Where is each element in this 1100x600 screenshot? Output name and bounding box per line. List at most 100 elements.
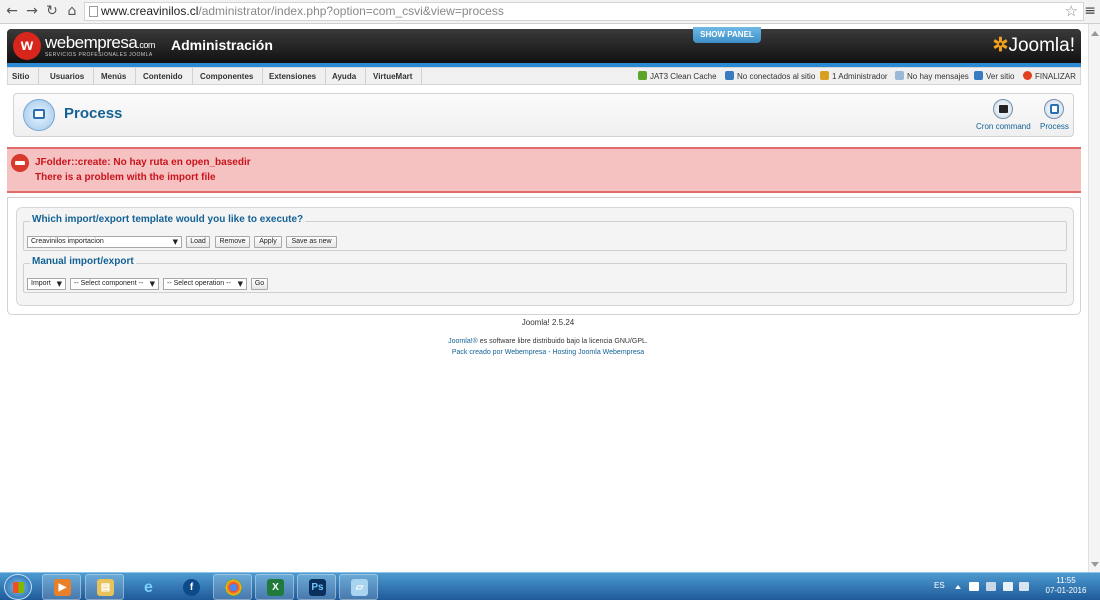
action-select[interactable]: Import ▼ — [27, 278, 66, 290]
webempresa-pack-link[interactable]: Pack creado por Webempresa - Hosting Joo… — [0, 349, 1096, 356]
main-panel: Which import/export template would you l… — [7, 197, 1081, 315]
action-select-value: Import — [31, 280, 51, 287]
manual-legend: Manual import/export — [30, 256, 136, 267]
cron-command-button[interactable]: Cron command — [976, 99, 1031, 131]
windows-logo-icon — [13, 582, 24, 593]
menu-item-menus[interactable]: Menús — [92, 68, 137, 85]
browser-menu-icon[interactable]: ≡ — [1084, 3, 1096, 19]
cache-icon — [638, 71, 647, 80]
chrome-icon[interactable] — [213, 574, 252, 600]
show-hidden-icons-icon[interactable] — [955, 585, 961, 589]
mail-icon — [895, 71, 904, 80]
operation-select[interactable]: -- Select operation -- ▼ — [163, 278, 247, 290]
brand-subtitle: SERVICIOS PROFESIONALES JOOMLA — [45, 52, 153, 58]
back-icon[interactable]: ← — [4, 3, 20, 19]
reload-icon[interactable]: ↻ — [44, 3, 60, 19]
cron-icon — [993, 99, 1014, 119]
menu-item-extensiones[interactable]: Extensiones — [260, 68, 327, 85]
go-button[interactable]: Go — [251, 278, 268, 290]
error-line-2: There is a problem with the import file — [35, 172, 216, 183]
operation-select-value: -- Select operation -- — [167, 280, 231, 287]
explorer-icon[interactable]: ▤ — [85, 574, 124, 600]
template-fieldset: Which import/export template would you l… — [23, 214, 1067, 251]
admin-icon — [820, 71, 829, 80]
vertical-scrollbar[interactable] — [1088, 24, 1100, 572]
chevron-down-icon: ▼ — [172, 238, 178, 246]
joomla-version: Joomla! 2.5.24 — [521, 318, 575, 327]
joomla-logo-text: Joomla! — [1008, 35, 1075, 56]
home-icon[interactable]: ⌂ — [64, 3, 80, 19]
site-visitors-status: No conectados al sitio — [725, 68, 815, 85]
page-title: Process — [64, 105, 123, 122]
remove-button[interactable]: Remove — [215, 236, 250, 248]
browser-toolbar: ← → ↻ ⌂ www.creavinilos.cl/administrator… — [0, 0, 1100, 24]
ie-icon[interactable]: e — [128, 574, 167, 600]
component-select-value: -- Select component -- — [74, 280, 144, 287]
language-indicator[interactable]: ES — [934, 581, 945, 590]
show-panel-button[interactable]: SHOW PANEL — [693, 27, 761, 43]
clock-time: 11:55 — [1056, 576, 1076, 585]
clock-date: 07-01-2016 — [1045, 586, 1087, 595]
users-icon — [725, 71, 734, 80]
license-text: Joomla!® es software libre distribuido b… — [0, 338, 1096, 345]
template-select[interactable]: Creavinilos importacion ▼ — [27, 236, 182, 248]
media-player-icon[interactable]: ▶ — [42, 574, 81, 600]
action-center-flag-icon[interactable] — [969, 582, 979, 591]
excel-icon[interactable]: X — [255, 574, 294, 600]
joomla-link[interactable]: Joomla!® — [448, 338, 478, 345]
scroll-up-icon[interactable] — [1091, 31, 1099, 36]
logout-label: FINALIZAR — [1035, 72, 1076, 81]
webempresa-logo-icon: w — [13, 32, 41, 60]
monitor-icon — [974, 71, 983, 80]
page-toolbar: Process Cron command Process — [13, 93, 1074, 137]
volume-icon[interactable] — [1019, 582, 1029, 591]
site-visitors-label: No conectados al sitio — [737, 72, 816, 81]
scroll-down-icon[interactable] — [1091, 562, 1099, 567]
admin-title: Administración — [171, 37, 273, 53]
save-as-new-button[interactable]: Save as new — [286, 236, 337, 248]
app-icon[interactable]: f — [171, 574, 210, 600]
network-icon[interactable] — [986, 582, 996, 591]
menu-item-sitio[interactable]: Sitio — [8, 68, 40, 85]
joomla-mark-icon: ✲ — [992, 35, 1009, 56]
error-message: JFolder::create: No hay ruta en open_bas… — [7, 147, 1081, 193]
error-icon — [11, 154, 29, 172]
menu-item-usuarios[interactable]: Usuarios — [41, 68, 95, 85]
menu-item-contenido[interactable]: Contenido — [134, 68, 193, 85]
menu-item-componentes[interactable]: Componentes — [191, 68, 264, 85]
windows-taskbar: ▶ ▤ e f X Ps ▱ ES 11:55 07-01-2016 — [0, 572, 1100, 600]
brand-logo-text: webempresa.com — [45, 33, 155, 53]
url-path: /administrator/index.php?option=com_csvi… — [198, 4, 504, 18]
brand-com: .com — [137, 40, 155, 50]
forward-icon[interactable]: → — [24, 3, 40, 19]
clean-cache-link[interactable]: JAT3 Clean Cache — [638, 68, 717, 85]
load-button[interactable]: Load — [186, 236, 210, 248]
messages-link[interactable]: No hay mensajes — [895, 68, 969, 85]
component-select[interactable]: -- Select component -- ▼ — [70, 278, 159, 290]
menu-item-virtuemart[interactable]: VirtueMart — [364, 68, 423, 85]
logout-icon — [1023, 71, 1032, 80]
logout-link[interactable]: FINALIZAR — [1023, 68, 1076, 85]
admin-count-status: 1 Administrador — [820, 68, 888, 85]
process-form: Which import/export template would you l… — [16, 207, 1074, 306]
cron-command-label: Cron command — [976, 122, 1031, 131]
apply-button[interactable]: Apply — [254, 236, 282, 248]
monitor-glyph — [33, 109, 45, 119]
clean-cache-label: JAT3 Clean Cache — [650, 72, 717, 81]
admin-header: w webempresa.com SERVICIOS PROFESIONALES… — [7, 27, 1081, 67]
start-button[interactable] — [4, 574, 32, 600]
address-bar[interactable]: www.creavinilos.cl/administrator/index.p… — [84, 2, 1084, 21]
notepad-icon[interactable]: ▱ — [339, 574, 378, 600]
chevron-down-icon: ▼ — [149, 280, 155, 288]
admin-count-label: 1 Administrador — [832, 72, 888, 81]
view-site-link[interactable]: Ver sitio — [974, 68, 1014, 85]
bookmark-star-icon[interactable]: ☆ — [1065, 2, 1078, 20]
wifi-icon[interactable] — [1003, 582, 1013, 591]
url-host: www.creavinilos.cl — [101, 4, 199, 18]
photoshop-icon[interactable]: Ps — [297, 574, 336, 600]
error-line-1: JFolder::create: No hay ruta en open_bas… — [35, 157, 251, 168]
process-icon — [1044, 99, 1065, 119]
system-clock[interactable]: 11:55 07-01-2016 — [1036, 576, 1096, 596]
menu-item-ayuda[interactable]: Ayuda — [323, 68, 367, 85]
process-button[interactable]: Process — [1040, 99, 1069, 131]
